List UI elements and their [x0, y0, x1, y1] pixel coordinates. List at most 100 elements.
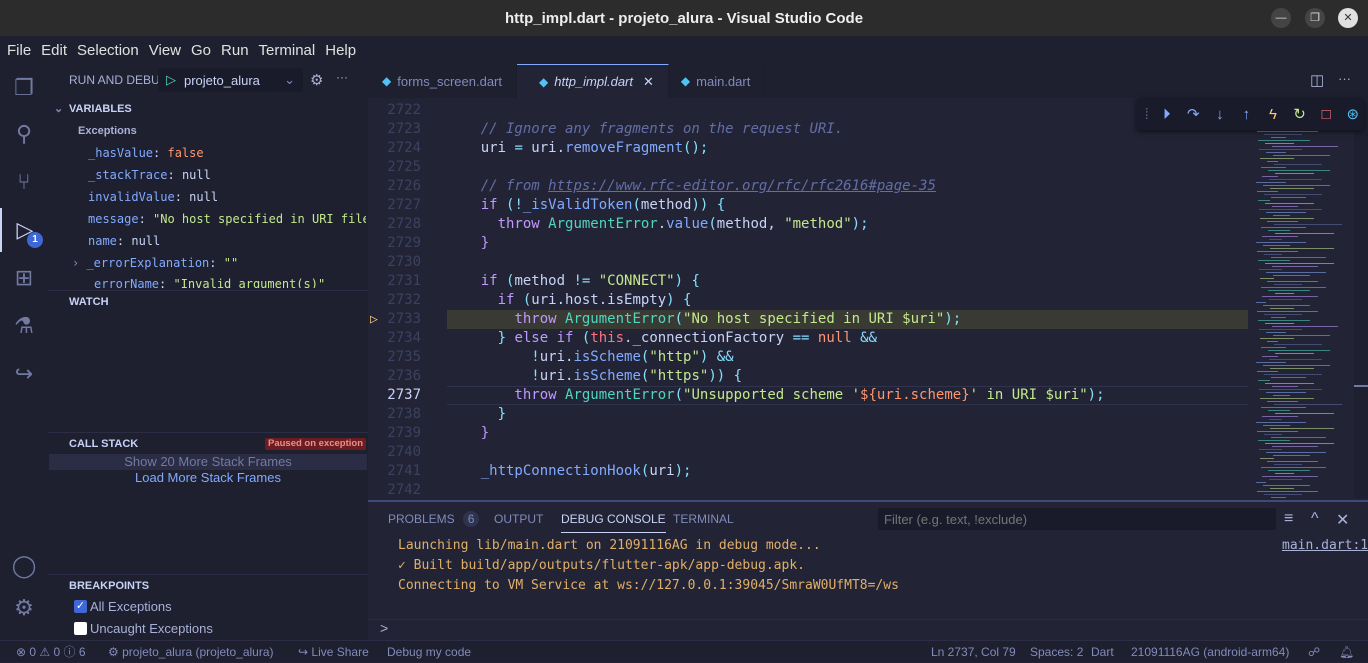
close-tab-icon[interactable]: ✕: [643, 74, 654, 90]
run-debug-icon[interactable]: ▷ 1: [0, 208, 48, 252]
panel-tab-problems[interactable]: PROBLEMS 6: [388, 511, 480, 527]
variable-row[interactable]: _stackTrace: null: [88, 164, 406, 186]
variable-row[interactable]: _hasValue: false: [88, 142, 406, 164]
hot-reload-icon[interactable]: ϟ: [1262, 106, 1285, 123]
code-line[interactable]: _httpConnectionHook(uri);: [447, 462, 1247, 481]
cursor-position[interactable]: Ln 2737, Col 79: [931, 641, 1016, 663]
code-line[interactable]: !uri.isScheme("http") &&: [447, 348, 1247, 367]
menu-selection[interactable]: Selection: [72, 36, 144, 64]
variable-row[interactable]: invalidValue: null: [88, 186, 406, 208]
testing-icon[interactable]: ⚗: [0, 304, 48, 348]
menu-go[interactable]: Go: [186, 36, 216, 64]
drag-handle-icon[interactable]: ⁞: [1142, 106, 1151, 123]
code-line[interactable]: [447, 253, 1247, 272]
code-line[interactable]: } else if (this._connectionFactory == nu…: [447, 329, 1247, 348]
notifications-bell-icon[interactable]: 🔔︎: [1339, 641, 1354, 663]
gear-icon[interactable]: ⚙: [310, 71, 323, 89]
breakpoint-all-exceptions[interactable]: ✓ All Exceptions: [74, 599, 172, 614]
split-editor-icon[interactable]: ◫: [1310, 71, 1324, 89]
maximize-button[interactable]: ❐: [1305, 8, 1325, 28]
watch-section-header[interactable]: WATCH: [48, 290, 368, 312]
debug-my-code-status[interactable]: Debug my code: [387, 641, 471, 663]
code-line[interactable]: if (method != "CONNECT") {: [447, 272, 1247, 291]
code-line[interactable]: [447, 101, 1247, 120]
explorer-icon[interactable]: ❐: [0, 66, 48, 110]
maximize-panel-icon[interactable]: ^: [1311, 510, 1319, 528]
checkbox-checked-icon[interactable]: ✓: [74, 600, 87, 613]
debug-session-status[interactable]: ⚙ projeto_alura (projeto_alura): [108, 641, 274, 663]
code-line[interactable]: [447, 443, 1247, 462]
exceptions-scope[interactable]: Exceptions: [78, 120, 396, 142]
more-actions-icon[interactable]: ···: [336, 70, 348, 84]
breakpoints-section-header[interactable]: BREAKPOINTS: [48, 574, 368, 596]
variable-row[interactable]: errorName: "Invalid argument(s)": [94, 274, 412, 288]
code-line[interactable]: !uri.isScheme("https")) {: [447, 367, 1247, 386]
code-line[interactable]: // Ignore any fragments on the request U…: [447, 120, 1247, 139]
code-line[interactable]: throw ArgumentError("No host specified i…: [447, 310, 1247, 329]
code-line[interactable]: throw ArgumentError("Unsupported scheme …: [447, 386, 1247, 405]
panel-tab-terminal[interactable]: TERMINAL: [673, 512, 734, 526]
clear-console-icon[interactable]: ≡: [1284, 510, 1293, 528]
console-filter-input[interactable]: [878, 508, 1276, 530]
menu-help[interactable]: Help: [320, 36, 361, 64]
code-line[interactable]: uri = uri.removeFragment();: [447, 139, 1247, 158]
extensions-icon[interactable]: ⊞: [0, 256, 48, 300]
variables-section-header[interactable]: ⌄ VARIABLES: [48, 98, 368, 120]
continue-icon[interactable]: ⏵: [1155, 106, 1178, 123]
code-line[interactable]: }: [447, 424, 1247, 443]
code-line[interactable]: if (!_isValidToken(method)) {: [447, 196, 1247, 215]
device-status[interactable]: 21091116AG (android-arm64): [1131, 641, 1289, 663]
editor-scrollbar[interactable]: [1354, 98, 1368, 498]
problems-status[interactable]: ⊗ 0 ⚠ 0 ⓘ 6: [16, 641, 86, 663]
more-actions-icon[interactable]: ···: [1338, 71, 1351, 86]
account-icon[interactable]: ◯: [0, 544, 48, 588]
close-panel-icon[interactable]: ✕: [1336, 510, 1349, 530]
devtools-icon[interactable]: ⊛: [1341, 105, 1364, 123]
restart-icon[interactable]: ↻: [1288, 105, 1311, 123]
console-input[interactable]: >: [368, 619, 1368, 640]
menu-edit[interactable]: Edit: [36, 36, 72, 64]
breakpoint-uncaught-exceptions[interactable]: Uncaught Exceptions: [74, 621, 213, 636]
load-more-stack-frames[interactable]: Load More Stack Frames: [49, 470, 367, 486]
step-into-icon[interactable]: ↓: [1209, 106, 1232, 123]
show-more-stack-frames[interactable]: Show 20 More Stack Frames: [49, 454, 367, 470]
variable-row[interactable]: name: null: [88, 230, 406, 252]
menu-view[interactable]: View: [144, 36, 186, 64]
step-out-icon[interactable]: ↑: [1235, 106, 1258, 123]
panel-tab-debug-console[interactable]: DEBUG CONSOLE: [561, 512, 666, 533]
close-window-button[interactable]: ✕: [1338, 8, 1358, 28]
menu-file[interactable]: File: [2, 36, 36, 64]
tab-main[interactable]: ◆ main.dart: [669, 64, 766, 98]
code-editor[interactable]: 2722 2723 // Ignore any fragments on the …: [368, 98, 1248, 498]
code-line[interactable]: }: [447, 405, 1247, 424]
code-line[interactable]: // from https://www.rfc-editor.org/rfc/r…: [447, 177, 1247, 196]
minimap[interactable]: [1250, 98, 1354, 510]
live-share-button[interactable]: ↪ Live Share: [298, 641, 369, 663]
tab-http-impl[interactable]: ◆ http_impl.dart ✕: [517, 64, 669, 98]
indentation-status[interactable]: Spaces: 2: [1030, 641, 1083, 663]
start-debug-icon[interactable]: ▷: [166, 72, 176, 88]
language-mode[interactable]: Dart: [1091, 641, 1114, 663]
variable-row[interactable]: message: "No host specified in URI file:…: [88, 208, 366, 230]
minimize-button[interactable]: —: [1271, 8, 1291, 28]
settings-gear-icon[interactable]: ⚙: [0, 586, 48, 630]
feedback-icon[interactable]: ☍: [1308, 641, 1320, 663]
menu-run[interactable]: Run: [216, 36, 254, 64]
code-line[interactable]: [447, 481, 1247, 498]
variable-row[interactable]: › _errorExplanation: "": [72, 252, 390, 274]
source-link[interactable]: main.dart:1: [1282, 538, 1368, 553]
remote-icon[interactable]: ↪: [0, 352, 48, 396]
call-stack-section-header[interactable]: CALL STACK Paused on exception: [48, 432, 368, 454]
tab-forms-screen[interactable]: ◆ forms_screen.dart: [368, 64, 517, 98]
debug-config-select[interactable]: ▷ projeto_alura ⌄: [158, 68, 303, 92]
search-icon[interactable]: ⚲: [0, 112, 48, 156]
code-line[interactable]: throw ArgumentError.value(method, "metho…: [447, 215, 1247, 234]
source-control-icon[interactable]: ⑂: [0, 160, 48, 204]
code-line[interactable]: }: [447, 234, 1247, 253]
checkbox-unchecked-icon[interactable]: [74, 622, 87, 635]
code-line[interactable]: if (uri.host.isEmpty) {: [447, 291, 1247, 310]
code-line[interactable]: [447, 158, 1247, 177]
panel-tab-output[interactable]: OUTPUT: [494, 512, 543, 526]
stop-icon[interactable]: □: [1315, 106, 1338, 123]
step-over-icon[interactable]: ↷: [1182, 105, 1205, 123]
